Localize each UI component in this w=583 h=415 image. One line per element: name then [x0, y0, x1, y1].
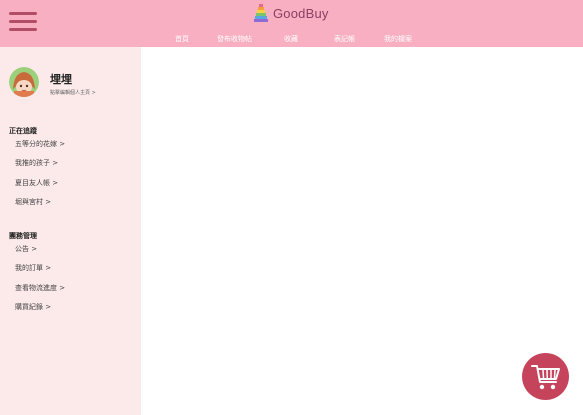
following-section-title: 正在追蹤	[9, 127, 37, 135]
nav-home[interactable]: 首頁	[175, 34, 189, 44]
nav-post-request[interactable]: 發布收物帖	[217, 34, 252, 44]
nav-my-profile[interactable]: 我的檔案	[384, 34, 412, 44]
following-item[interactable]: 我推的孩子 >	[15, 158, 58, 168]
top-header: GoodBuy 首頁 發布收物帖 收藏 表記帳 我的檔案	[0, 0, 583, 47]
shopping-cart-icon	[530, 364, 560, 389]
avatar[interactable]	[9, 67, 39, 97]
sidebar: 埋埋 點擊編輯個人主頁 > 正在追蹤 五等分的花嫁 > 我推的孩子 > 夏目友人…	[0, 47, 141, 415]
admin-item-shipping-progress[interactable]: 查看物流進度 >	[15, 283, 65, 293]
following-item[interactable]: 夏目友人帳 >	[15, 178, 58, 188]
cart-button[interactable]	[522, 353, 569, 400]
admin-item-purchase-history[interactable]: 購買紀錄 >	[15, 302, 51, 312]
user-name: 埋埋	[50, 73, 72, 86]
hamburger-menu-icon[interactable]	[9, 11, 37, 33]
nav-ledger[interactable]: 表記帳	[334, 34, 355, 44]
brand-name: GoodBuy	[273, 5, 329, 21]
admin-item-announcements[interactable]: 公告 >	[15, 244, 37, 254]
brand-logo[interactable]: GoodBuy	[252, 4, 329, 22]
main-content-area	[141, 47, 583, 415]
following-item[interactable]: 堀與宮村 >	[15, 197, 51, 207]
group-admin-section-title: 團務管理	[9, 232, 37, 240]
nav-favorites[interactable]: 收藏	[284, 34, 298, 44]
following-item[interactable]: 五等分的花嫁 >	[15, 139, 65, 149]
top-nav: 首頁 發布收物帖 收藏 表記帳 我的檔案	[0, 34, 583, 46]
admin-item-my-orders[interactable]: 我的訂單 >	[15, 263, 51, 273]
anime-girl-avatar	[9, 67, 39, 97]
edit-profile-link[interactable]: 點擊編輯個人主頁 >	[50, 89, 96, 96]
stacked-rainbow-logo-icon	[254, 4, 268, 22]
